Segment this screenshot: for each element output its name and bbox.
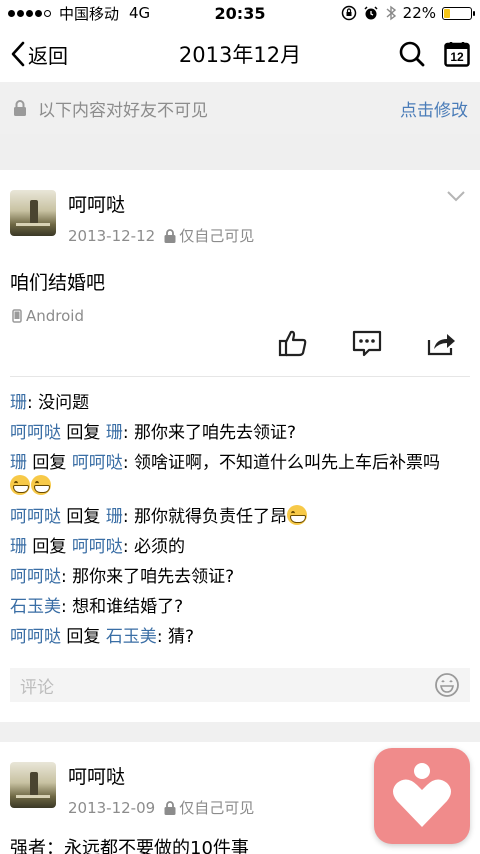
comment-text: 领啥证啊，不知道什么叫先上车后补票吗 [133, 453, 440, 473]
carrier-info: 中国移动 4G [8, 3, 150, 24]
phone-icon [12, 309, 22, 323]
post-author[interactable]: 呵呵哒 [68, 762, 254, 789]
reply-word: 回复 [61, 423, 106, 443]
battery-percent: 22% [402, 4, 436, 22]
comment-placeholder: 评论 [20, 677, 54, 698]
share-icon [427, 334, 455, 356]
comment-item[interactable]: 珊 回复 呵呵哒: 领啥证啊，不知道什么叫先上车后补票吗 [10, 448, 470, 502]
lock-icon [164, 800, 176, 815]
visibility-label: 仅自己可见 [179, 799, 255, 817]
comment-text: 猜? [167, 627, 194, 647]
grin-emoji-icon [31, 475, 51, 495]
grin-emoji-icon [10, 475, 30, 495]
reply-word: 回复 [61, 627, 106, 647]
rotation-lock-icon [341, 5, 356, 21]
avatar[interactable] [10, 190, 56, 236]
comment-button[interactable] [350, 326, 384, 360]
back-label: 返回 [28, 43, 68, 68]
section-divider [0, 134, 480, 170]
commenter-name[interactable]: 珊 [10, 537, 27, 557]
device-label: Android [26, 307, 84, 325]
post-date: 2013-12-12 [68, 226, 156, 245]
grin-emoji-icon [286, 505, 307, 525]
reply-to-name[interactable]: 石玉美 [106, 627, 157, 647]
avatar[interactable] [10, 762, 56, 808]
comment-text: 那你来了咱先去领证? [72, 567, 235, 587]
reply-to-name[interactable]: 呵呵哒 [72, 453, 123, 473]
commenter-name[interactable]: 呵呵哒 [10, 627, 61, 647]
reply-to-name[interactable]: 呵呵哒 [72, 537, 123, 557]
reply-to-name[interactable]: 珊 [106, 423, 123, 443]
privacy-notice: 以下内容对好友不可见 [38, 100, 208, 121]
comment-text: 没问题 [38, 393, 90, 413]
commenter-name[interactable]: 呵呵哒 [10, 507, 61, 527]
network-type: 4G [129, 4, 151, 22]
calendar-day: 12 [450, 50, 464, 64]
comment-separator: : [27, 393, 39, 413]
commenter-name[interactable]: 呵呵哒 [10, 567, 61, 587]
alarm-icon [364, 6, 378, 20]
post-content: 咱们结婚吧 [10, 272, 106, 294]
lock-icon [14, 100, 26, 116]
post-date: 2013-12-09 [68, 798, 156, 817]
comment-input[interactable]: 评论 [10, 668, 470, 702]
signal-icon [8, 9, 51, 17]
comment-text: 想和谁结婚了? [72, 597, 184, 617]
comment-text: 那你就得负责任了昂 [133, 507, 287, 527]
comment-item[interactable]: 珊: 没问题 [10, 388, 470, 418]
commenter-name[interactable]: 石玉美 [10, 597, 61, 617]
thumbs-up-icon [278, 330, 307, 357]
chevron-down-icon[interactable] [446, 190, 466, 202]
reply-word: 回复 [27, 537, 72, 557]
privacy-bar: 以下内容对好友不可见 点击修改 [0, 82, 480, 134]
comment-separator: : [122, 537, 134, 557]
comment-item[interactable]: 呵呵哒 回复 珊: 那你就得负责任了昂 [10, 502, 470, 532]
comment-separator: : [156, 627, 168, 647]
post-card: 呵呵哒 2013-12-12 仅自己可见 咱们结婚吧 Android 珊: 没问… [0, 170, 480, 722]
battery-icon [442, 6, 475, 20]
emoji-icon[interactable] [434, 672, 460, 698]
comment-separator: : [122, 423, 134, 443]
comment-separator: : [122, 507, 134, 527]
bluetooth-icon [386, 5, 396, 21]
chevron-left-icon [11, 41, 25, 67]
divider [10, 376, 470, 377]
reply-word: 回复 [61, 507, 106, 527]
back-button[interactable]: 返回 [10, 40, 68, 69]
search-icon[interactable] [398, 40, 426, 68]
visibility-label: 仅自己可见 [179, 227, 255, 245]
reply-to-name[interactable]: 珊 [106, 507, 123, 527]
edit-privacy-link[interactable]: 点击修改 [400, 96, 468, 121]
comment-separator: : [122, 453, 134, 473]
commenter-name[interactable]: 珊 [10, 393, 27, 413]
heart-person-icon [393, 763, 451, 827]
like-button[interactable] [276, 326, 310, 360]
comment-item[interactable]: 石玉美: 想和谁结婚了? [10, 592, 470, 622]
lock-icon [164, 228, 176, 243]
comment-separator: : [61, 567, 73, 587]
reply-word: 回复 [27, 453, 72, 473]
post-author[interactable]: 呵呵哒 [68, 190, 254, 217]
comment-item[interactable]: 珊 回复 呵呵哒: 必须的 [10, 532, 470, 562]
share-button[interactable] [424, 326, 458, 360]
comment-item[interactable]: 呵呵哒 回复 石玉美: 猜? [10, 622, 470, 652]
floating-app-button[interactable] [374, 748, 470, 844]
comment-text: 那你来了咱先去领证? [133, 423, 296, 443]
comment-list: 珊: 没问题 呵呵哒 回复 珊: 那你来了咱先去领证? 珊 回复 呵呵哒: 领啥… [10, 388, 470, 652]
nav-bar: 返回 2013年12月 12 [0, 26, 480, 82]
carrier-name: 中国移动 [59, 4, 120, 23]
comment-icon [352, 330, 382, 357]
calendar-button[interactable]: 12 [444, 41, 470, 67]
comment-text: 必须的 [133, 537, 185, 557]
commenter-name[interactable]: 珊 [10, 453, 27, 473]
comment-item[interactable]: 呵呵哒: 那你来了咱先去领证? [10, 562, 470, 592]
commenter-name[interactable]: 呵呵哒 [10, 423, 61, 443]
comment-item[interactable]: 呵呵哒 回复 珊: 那你来了咱先去领证? [10, 418, 470, 448]
comment-separator: : [61, 597, 73, 617]
status-bar: 中国移动 4G 20:35 22% [0, 0, 480, 26]
